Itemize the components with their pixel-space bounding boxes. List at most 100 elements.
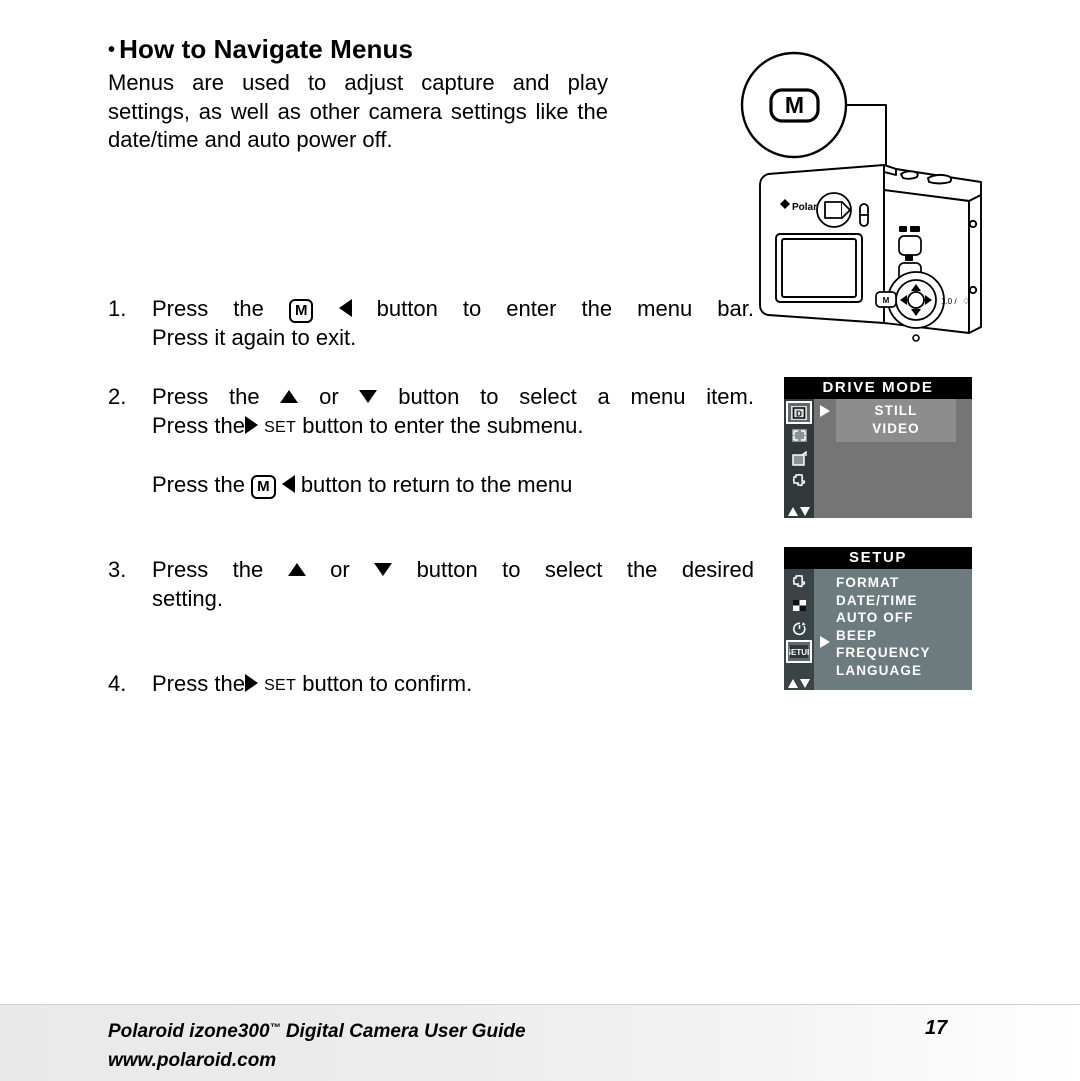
svg-text:D: D (796, 409, 802, 418)
setup-menu-options: FORMAT DATE/TIME AUTO OFF BEEP FREQUENCY… (836, 569, 972, 679)
menu-option[interactable]: FREQUENCY (836, 644, 972, 662)
step-2-text-f: Press the (152, 472, 245, 497)
rail-down-arrow-icon (800, 679, 810, 688)
step-2-number: 2. (108, 384, 127, 409)
drive-mode-icon[interactable]: D (786, 401, 812, 424)
camera-lcd (775, 233, 863, 303)
trademark-icon: ™ (269, 1022, 281, 1034)
right-arrow-icon (244, 416, 258, 434)
left-arrow-icon (281, 475, 295, 493)
drive-mode-menu-screenshot: DRIVE MODE D STILL VIDEO (784, 377, 972, 518)
rail-up-arrow-icon (788, 507, 798, 516)
set-label: SET (264, 419, 297, 436)
cursor-right-arrow-icon (820, 636, 830, 648)
setup-menu-panel: FORMAT DATE/TIME AUTO OFF BEEP FREQUENCY… (814, 569, 972, 690)
step-2-text-or: or (319, 384, 339, 409)
checkerboard-icon[interactable] (788, 596, 810, 615)
step-1-text-a: Press the (152, 296, 264, 321)
rail-scroll-arrows[interactable] (788, 679, 810, 688)
manual-page: • How to Navigate Menus Menus are used to… (0, 0, 1080, 1081)
menu-option[interactable]: LANGUAGE (836, 662, 972, 680)
svg-text:SETUP: SETUP (789, 648, 809, 657)
step-3-line-1: Press the or button to select the desire… (152, 555, 754, 584)
set-label: SET (264, 677, 297, 694)
step-2-line-1: Press the or button to select a menu ite… (152, 382, 754, 411)
setup-icon[interactable] (788, 472, 810, 491)
step-3-line-2: setting. (152, 586, 223, 611)
step-4-text-a: Press the (152, 671, 245, 696)
svg-text:1.0 /: 1.0 / (941, 297, 957, 306)
bullet-icon: • (108, 39, 116, 61)
drive-menu-panel: STILL VIDEO (814, 399, 972, 518)
setup-selected-icon[interactable]: SETUP (786, 640, 812, 663)
menu-option[interactable]: STILL (836, 402, 956, 420)
right-arrow-icon (244, 674, 258, 692)
m-button-icon: M (251, 475, 276, 499)
step-2-line-3: Press the M button to return to the menu (152, 470, 754, 499)
svg-text:♢: ♢ (962, 296, 970, 306)
step-1: 1. Press the M button to enter the menu … (108, 294, 754, 352)
step-4: 4. Press the SET button to confirm. (108, 669, 754, 700)
menu-option[interactable]: VIDEO (836, 420, 956, 438)
camera-illustration: M Polaroid M 1.0 / ♢ (736, 38, 998, 360)
up-arrow-icon (280, 390, 299, 403)
menu-option[interactable]: AUTO OFF (836, 609, 972, 627)
camera-m-button: M (875, 291, 897, 308)
page-number: 17 (925, 1017, 948, 1039)
rail-up-arrow-icon (788, 679, 798, 688)
step-2-text-a: Press the (152, 384, 260, 409)
setup-menu-cursor (814, 569, 836, 648)
footer: Polaroid izone300™ Digital Camera User G… (108, 1014, 526, 1075)
drive-menu-rail: D (784, 399, 814, 518)
step-4-line-1: Press the SET button to confirm. (152, 669, 754, 700)
footer-product: Polaroid izone300 (108, 1021, 270, 1042)
step-2-line-2: Press the SET button to enter the submen… (152, 411, 754, 442)
rail-scroll-arrows[interactable] (788, 507, 810, 516)
timer-icon[interactable] (788, 619, 810, 638)
page-title: • How to Navigate Menus (108, 34, 754, 65)
step-3: 3. Press the or button to select the des… (108, 555, 754, 613)
menu-option[interactable]: DATE/TIME (836, 592, 972, 610)
drive-menu-options: STILL VIDEO (836, 399, 956, 442)
up-arrow-icon (287, 563, 306, 576)
intro-block: • How to Navigate Menus Menus are used to… (108, 34, 754, 155)
footer-url: www.polaroid.com (108, 1050, 277, 1071)
camera-mode-button (898, 235, 922, 256)
resolution-icon[interactable] (788, 426, 810, 445)
setup-icon[interactable] (788, 573, 810, 592)
svg-text:M: M (883, 296, 890, 305)
step-1-line-2: Press it again to exit. (152, 325, 357, 350)
callout-m-label: M (785, 92, 804, 118)
step-3-text-c: button to select the desired (416, 557, 754, 582)
step-1-number: 1. (108, 296, 127, 321)
intro-paragraph: Menus are used to adjust capture and pla… (108, 70, 608, 152)
step-1-line-1: Press the M button to enter the menu bar… (152, 294, 754, 323)
footer-product-suffix: Digital Camera User Guide (280, 1021, 526, 1042)
drive-menu-title: DRIVE MODE (784, 377, 972, 399)
step-2-text-d: Press the (152, 413, 245, 438)
steps-list: 1. Press the M button to enter the menu … (108, 294, 754, 700)
step-2: 2. Press the or button to select a menu … (108, 382, 754, 442)
down-arrow-icon (374, 563, 393, 576)
quality-icon[interactable] (788, 449, 810, 468)
drive-menu-cursor (814, 399, 836, 417)
step-4-number: 4. (108, 671, 127, 696)
setup-menu-rail: SETUP (784, 569, 814, 690)
step-2-text-g: button to return to the menu (300, 472, 573, 497)
m-button-icon: M (288, 299, 314, 323)
down-arrow-icon (359, 390, 378, 403)
menu-option[interactable]: FORMAT (836, 574, 972, 592)
step-1-text-b: button to enter the menu bar. (376, 296, 754, 321)
cursor-right-arrow-icon (820, 405, 830, 417)
left-arrow-icon (338, 299, 352, 317)
step-4-text-b: button to confirm. (302, 671, 473, 696)
page-title-text: How to Navigate Menus (119, 34, 414, 64)
setup-menu-screenshot: SETUP ETU FORMAT DATE/TIME AUTO OFF BEEP… (784, 547, 972, 690)
footer-line-1: Polaroid izone300™ Digital Camera User G… (108, 1014, 526, 1046)
setup-menu-title: SETUP (784, 547, 972, 569)
menu-option[interactable]: BEEP (836, 627, 972, 645)
rail-down-arrow-icon (800, 507, 810, 516)
step-3-text-or: or (330, 557, 350, 582)
step-2-text-c: button to select a menu item. (398, 384, 754, 409)
step-3-number: 3. (108, 557, 127, 582)
